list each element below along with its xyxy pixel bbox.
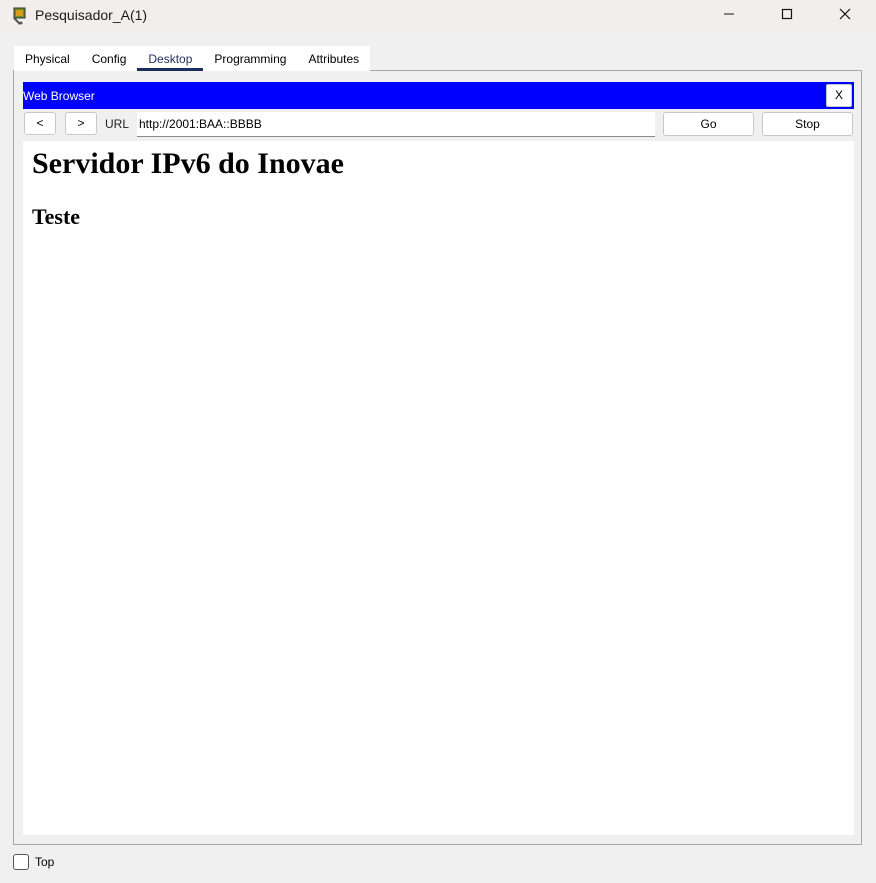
tab-attributes[interactable]: Attributes — [297, 46, 370, 71]
top-checkbox[interactable] — [13, 854, 29, 870]
web-browser-title-bar: Web Browser X — [23, 82, 854, 109]
minimize-button[interactable] — [700, 0, 758, 32]
maximize-icon — [781, 7, 793, 25]
window-title: Pesquisador_A(1) — [35, 7, 148, 23]
url-input[interactable] — [137, 112, 655, 137]
stop-button[interactable]: Stop — [762, 112, 853, 136]
maximize-button[interactable] — [758, 0, 816, 32]
minimize-icon — [723, 7, 735, 25]
packet-tracer-pc-icon — [11, 6, 31, 26]
tab-desktop[interactable]: Desktop — [137, 46, 204, 71]
back-button[interactable]: < — [24, 112, 56, 135]
browser-viewport: Servidor IPv6 do Inovae Teste — [23, 141, 854, 835]
go-button[interactable]: Go — [663, 112, 754, 136]
tab-bar: Physical Config Desktop Programming Attr… — [14, 46, 371, 71]
page-subheading: Teste — [32, 204, 81, 229]
url-label: URL — [105, 117, 130, 131]
tab-config[interactable]: Config — [81, 46, 138, 71]
page-heading: Servidor IPv6 do Inovae — [32, 147, 344, 180]
top-checkbox-label: Top — [35, 855, 55, 869]
tab-physical[interactable]: Physical — [14, 46, 81, 71]
web-browser-title: Web Browser — [23, 89, 95, 103]
title-bar: Pesquisador_A(1) — [0, 0, 876, 32]
forward-button[interactable]: > — [65, 112, 97, 135]
web-browser-close-button[interactable]: X — [826, 84, 852, 107]
close-icon — [839, 7, 851, 25]
close-window-button[interactable] — [816, 0, 874, 32]
tab-programming[interactable]: Programming — [203, 46, 297, 71]
